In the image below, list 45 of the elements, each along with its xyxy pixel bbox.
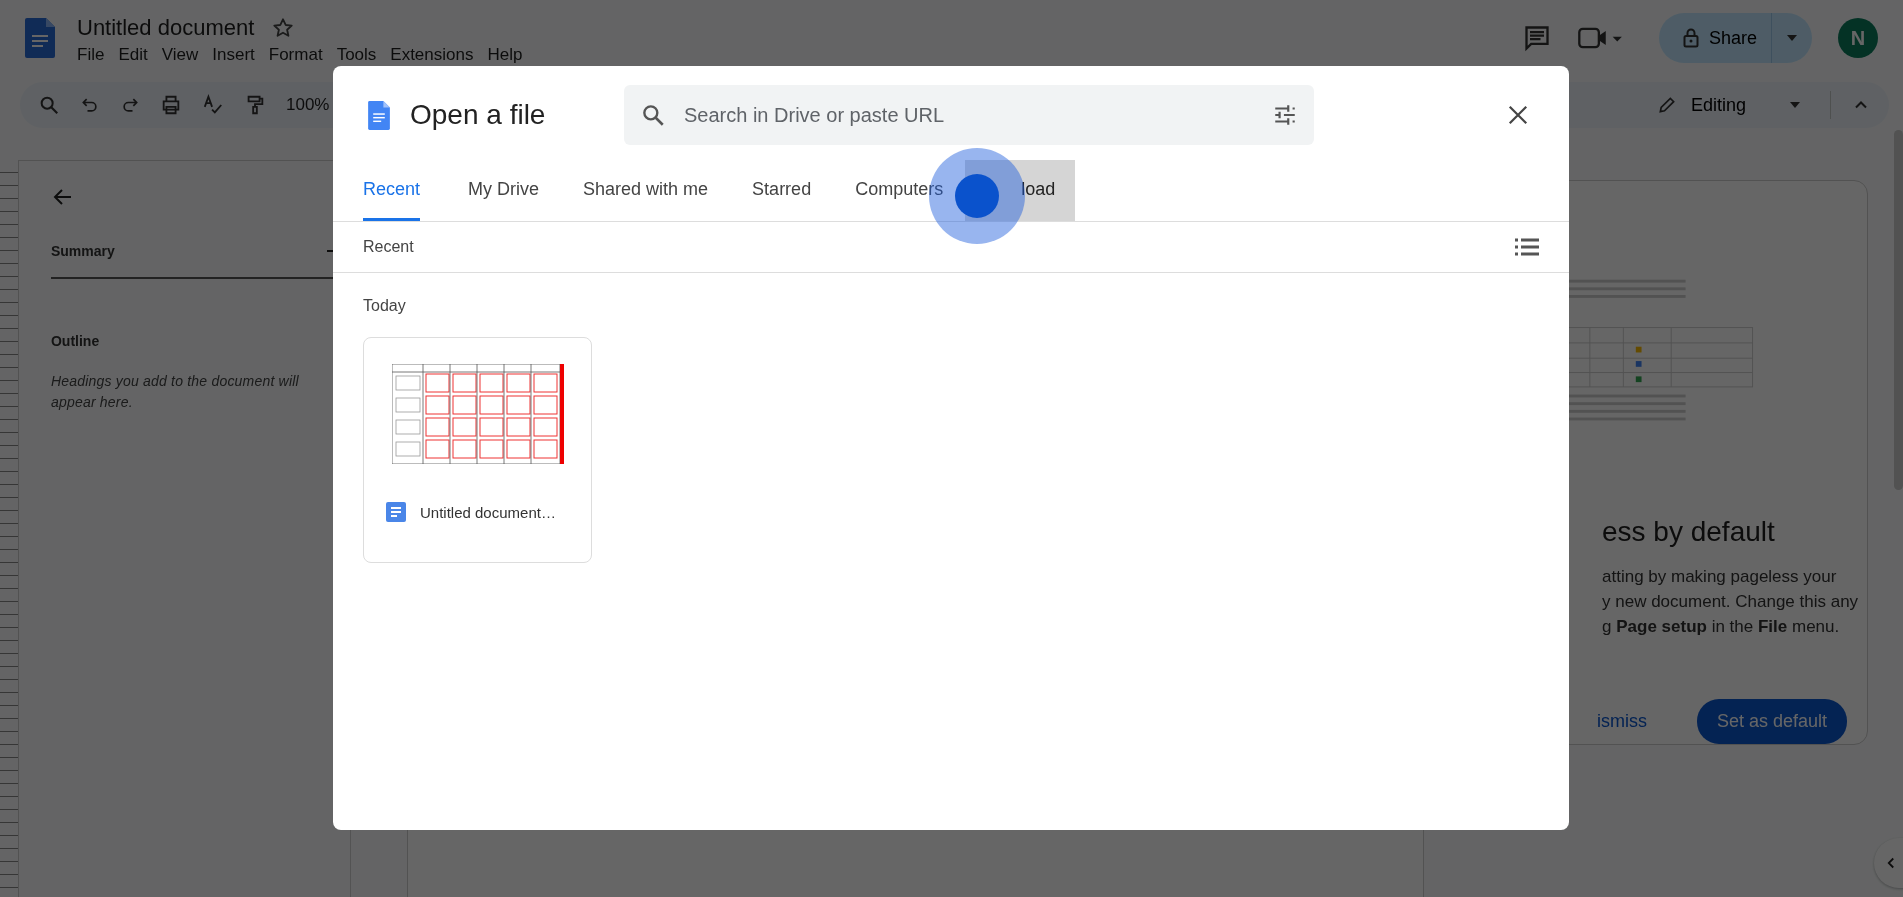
account-avatar[interactable]: N [1838,18,1878,58]
docs-file-icon [368,100,390,130]
print-icon[interactable] [160,94,182,116]
menu-item[interactable]: Extensions [390,45,474,65]
lock-icon [1682,28,1699,48]
caret-icon [1787,35,1797,41]
menu-item[interactable]: Edit [118,45,148,65]
dismiss-button[interactable]: ismiss [1597,711,1647,732]
tab[interactable]: Recent [363,160,421,221]
list-view-icon[interactable] [1515,237,1539,257]
close-icon[interactable] [1507,104,1529,126]
zoom-dropdown[interactable]: 100% [286,95,330,115]
comment-icon[interactable] [1522,24,1551,52]
star-icon[interactable] [272,17,295,39]
promo-text: atting by making pageless your y new document. Change this any g Page setup in the File menu. [1602,566,1859,638]
docs-logo-icon[interactable] [25,18,55,58]
menu-item[interactable]: Insert [212,45,255,65]
caret-icon [1790,102,1800,108]
search-icon[interactable] [38,94,60,116]
tab[interactable]: Starred [730,160,834,221]
tab[interactable]: Shared with me [561,160,731,221]
menu-item[interactable]: View [161,45,199,65]
menu-item[interactable]: Tools [336,45,377,65]
outline-label: Outline [50,333,101,349]
tab[interactable]: My Drive [446,160,562,221]
menu-item[interactable]: Format [268,45,323,65]
dialog-title: Open a file [410,99,547,131]
set-as-default-button[interactable]: Set as default [1697,699,1848,744]
pencil-icon [1656,95,1677,115]
editing-mode-dropdown[interactable]: Editing [1656,94,1800,116]
outline-hint: Headings you add to the document will appear here. [50,372,300,412]
search-field[interactable]: Search in Drive or paste URL [624,85,1314,145]
file-name: Untitled document… [420,503,556,521]
filter-settings-icon[interactable] [1272,102,1298,128]
file-card[interactable]: Untitled document… [363,337,592,563]
menu-item[interactable]: File [77,45,105,65]
date-group-label: Today [362,296,407,315]
document-title[interactable]: Untitled document [77,15,255,41]
spellcheck-icon[interactable] [202,94,224,116]
section-label: Recent [363,238,414,256]
summary-label: Summary [50,243,115,259]
promo-title: ess by default [1602,516,1775,548]
document-icon [386,502,406,522]
menu-item[interactable]: Help [487,45,523,65]
search-icon [640,102,666,128]
